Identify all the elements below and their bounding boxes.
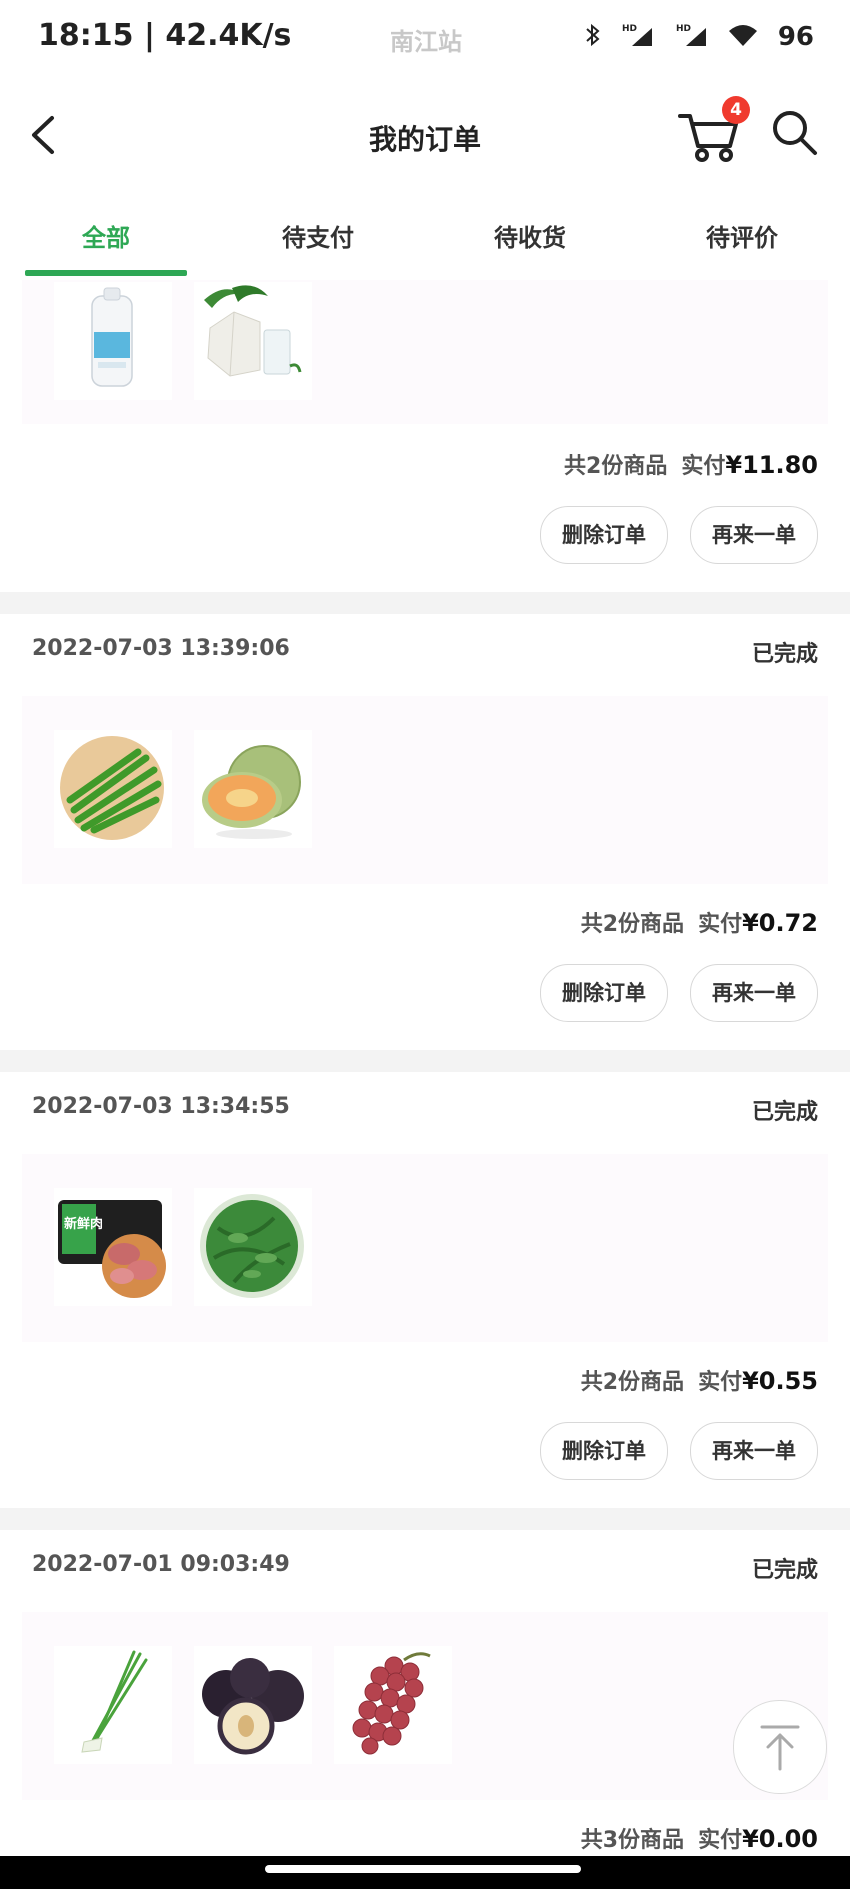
bluetooth-icon	[586, 23, 600, 51]
paid-label: 实付	[698, 912, 743, 937]
item-count: 共3份商品	[580, 1828, 685, 1853]
product-thumb-green-beans[interactable]	[54, 730, 172, 848]
product-thumb-meat[interactable]: 新鲜肉	[54, 1188, 172, 1306]
paid-label: 实付	[698, 1828, 743, 1853]
paid-label: 实付	[698, 1370, 743, 1395]
tab-pending-receipt[interactable]: 待收货	[424, 218, 636, 253]
status-station: 南江站	[390, 28, 462, 56]
paid-label: 实付	[681, 454, 726, 479]
product-thumb-scallion[interactable]	[54, 1646, 172, 1764]
order-date: 2022-07-01 09:03:49	[32, 1552, 290, 1577]
order-status: 已完成	[751, 1100, 818, 1125]
cart-count-badge: 4	[722, 96, 750, 124]
order-card: 2022-07-03 13:39:06 已完成 共2份商品 实付¥0.72 删除…	[0, 614, 850, 1050]
order-status: 已完成	[751, 1558, 818, 1583]
reorder-button[interactable]: 再来一单	[690, 1422, 818, 1480]
wifi-icon	[728, 23, 758, 51]
order-tabs: 全部 待支付 待收货 待评价	[0, 200, 850, 280]
order-card: 2022-07-01 09:03:49 已完成 共3份商品 实付¥0.00	[0, 1530, 850, 1856]
search-button[interactable]	[770, 108, 820, 158]
delete-order-button[interactable]: 删除订单	[540, 506, 668, 564]
status-time: 18:15 | 42.4K/s	[38, 18, 292, 53]
order-divider	[0, 1050, 850, 1072]
product-thumb-melon[interactable]	[194, 730, 312, 848]
product-thumb-grapes[interactable]	[334, 1646, 452, 1764]
signal-hd-icon: HD	[620, 22, 654, 52]
order-list[interactable]: 共2份商品 实付¥11.80 删除订单 再来一单 2022-07-03 13:39…	[0, 276, 850, 1856]
product-thumb-milk[interactable]	[54, 282, 172, 400]
paid-amount: ¥0.00	[742, 1825, 818, 1853]
tab-pending-payment[interactable]: 待支付	[212, 218, 424, 253]
order-card: 2022-07-03 13:34:55 已完成 新鲜肉 共2份商品 实付¥0.5…	[0, 1072, 850, 1508]
product-thumb-kelp[interactable]	[194, 1188, 312, 1306]
product-thumb-coconut[interactable]	[194, 282, 312, 400]
order-summary: 共2份商品 实付¥0.55	[581, 1364, 818, 1396]
order-summary: 共2份商品 实付¥0.72	[581, 906, 818, 938]
paid-amount: ¥0.55	[742, 1367, 818, 1395]
status-icons: HD HD 96	[586, 22, 814, 52]
battery-level: 96	[777, 22, 814, 52]
product-thumb-plums[interactable]	[194, 1646, 312, 1764]
item-count: 共2份商品	[564, 454, 668, 479]
svg-text:HD: HD	[622, 24, 637, 34]
reorder-button[interactable]: 再来一单	[690, 506, 818, 564]
delete-order-button[interactable]: 删除订单	[540, 1422, 668, 1480]
order-items-panel[interactable]: 新鲜肉	[22, 1154, 828, 1342]
item-count: 共2份商品	[580, 912, 685, 937]
paid-amount: ¥0.72	[742, 909, 818, 937]
order-date: 2022-07-03 13:34:55	[32, 1094, 290, 1119]
paid-amount: ¥11.80	[725, 451, 818, 479]
order-summary: 共3份商品 实付¥0.00	[581, 1822, 818, 1854]
order-card: 共2份商品 实付¥11.80 删除订单 再来一单	[0, 276, 850, 592]
signal-hd-2-icon: HD	[674, 22, 708, 52]
order-divider	[0, 1508, 850, 1530]
svg-text:HD: HD	[676, 24, 691, 34]
order-items-panel[interactable]	[22, 696, 828, 884]
tab-active-indicator	[25, 270, 187, 276]
home-indicator[interactable]	[265, 1865, 581, 1873]
header: 我的订单 4	[0, 80, 850, 190]
arrow-up-icon	[760, 1725, 800, 1771]
meat-label: 新鲜肉	[64, 1216, 103, 1232]
status-bar: 18:15 | 42.4K/s 南江站 HD HD 96	[0, 0, 850, 80]
order-status: 已完成	[751, 642, 818, 667]
reorder-button[interactable]: 再来一单	[690, 964, 818, 1022]
tab-all[interactable]: 全部	[0, 218, 212, 253]
order-date: 2022-07-03 13:39:06	[32, 636, 290, 661]
order-items-panel[interactable]	[22, 1612, 828, 1800]
order-summary: 共2份商品 实付¥11.80	[564, 448, 818, 480]
search-icon	[773, 111, 817, 155]
delete-order-button[interactable]: 删除订单	[540, 964, 668, 1022]
order-items-panel[interactable]	[22, 276, 828, 424]
item-count: 共2份商品	[580, 1370, 685, 1395]
scroll-to-top-button[interactable]	[733, 1700, 827, 1794]
tab-pending-review[interactable]: 待评价	[636, 218, 848, 253]
order-divider	[0, 592, 850, 614]
